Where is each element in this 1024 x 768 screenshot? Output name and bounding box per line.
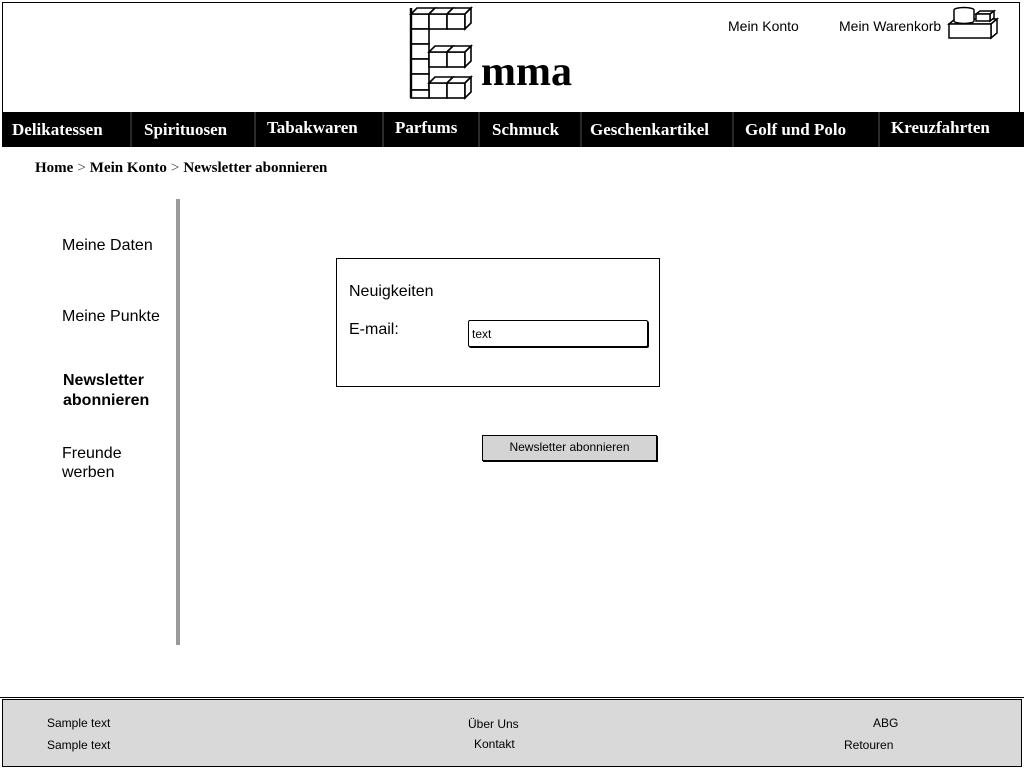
breadcrumb-separator: >	[170, 160, 180, 176]
breadcrumb-separator: >	[77, 160, 86, 176]
sidebar-item-label: abonnieren	[63, 392, 150, 409]
nav-item-golf-und-polo[interactable]: Golf und Polo	[745, 112, 846, 147]
email-field[interactable]	[468, 320, 648, 347]
cart-icon[interactable]	[946, 6, 1000, 40]
sidebar-divider	[176, 199, 180, 645]
breadcrumb-current-page: Newsletter abonnieren	[183, 160, 328, 176]
nav-item-tabakwaren[interactable]: Tabakwaren	[267, 110, 358, 145]
nav-separator	[878, 112, 880, 147]
my-account-link[interactable]: Mein Konto	[728, 18, 799, 34]
block-letter-e-icon	[409, 6, 473, 100]
nav-item-spirituosen[interactable]: Spirituosen	[144, 112, 227, 147]
sidebar-item-meine-punkte[interactable]: Meine Punkte	[62, 307, 160, 326]
sidebar-item-label: Newsletter	[63, 372, 144, 389]
footer	[2, 699, 1022, 767]
footer-link-retouren[interactable]: Retouren	[844, 738, 893, 752]
footer-link-abg[interactable]: ABG	[873, 716, 898, 730]
nav-separator	[732, 112, 734, 147]
newsletter-title: Neuigkeiten	[349, 283, 434, 300]
nav-item-schmuck[interactable]: Schmuck	[492, 112, 559, 147]
footer-link-sample-text[interactable]: Sample text	[47, 716, 110, 730]
footer-link-ueber-uns[interactable]: Über Uns	[468, 717, 519, 731]
nav-item-parfums[interactable]: Parfums	[395, 110, 457, 145]
breadcrumb-home[interactable]: Home	[35, 160, 73, 176]
emma-logo[interactable]: mma	[408, 4, 593, 100]
nav-item-kreuzfahrten[interactable]: Kreuzfahrten	[891, 110, 990, 145]
footer-link-kontakt[interactable]: Kontakt	[474, 737, 515, 751]
sidebar-item-label: werben	[62, 464, 115, 481]
email-label: E-mail:	[349, 321, 399, 338]
sidebar-item-meine-daten[interactable]: Meine Daten	[62, 236, 153, 255]
nav-separator	[478, 112, 480, 147]
sidebar-item-freunde-werben[interactable]: Freunde werben	[62, 444, 122, 482]
nav-separator	[254, 112, 256, 147]
footer-divider	[0, 697, 1024, 698]
footer-link-sample-text[interactable]: Sample text	[47, 738, 110, 752]
breadcrumb: Home > Mein Konto > Newsletter abonnieren	[35, 160, 327, 177]
nav-item-delikatessen[interactable]: Delikatessen	[12, 112, 103, 147]
newsletter-subscribe-button[interactable]: Newsletter abonnieren	[482, 435, 657, 461]
sidebar-item-label: Freunde	[62, 445, 122, 462]
category-nav: Delikatessen Spirituosen Tabakwaren Parf…	[2, 112, 1024, 147]
my-cart-link[interactable]: Mein Warenkorb	[839, 18, 941, 34]
nav-item-geschenkartikel[interactable]: Geschenkartikel	[590, 112, 709, 147]
logo-text: mma	[481, 49, 572, 95]
nav-separator	[580, 112, 582, 147]
nav-separator	[382, 112, 384, 147]
breadcrumb-my-account[interactable]: Mein Konto	[90, 160, 167, 176]
nav-separator	[130, 112, 132, 147]
sidebar-item-newsletter-abonnieren[interactable]: Newsletter abonnieren	[63, 371, 149, 410]
